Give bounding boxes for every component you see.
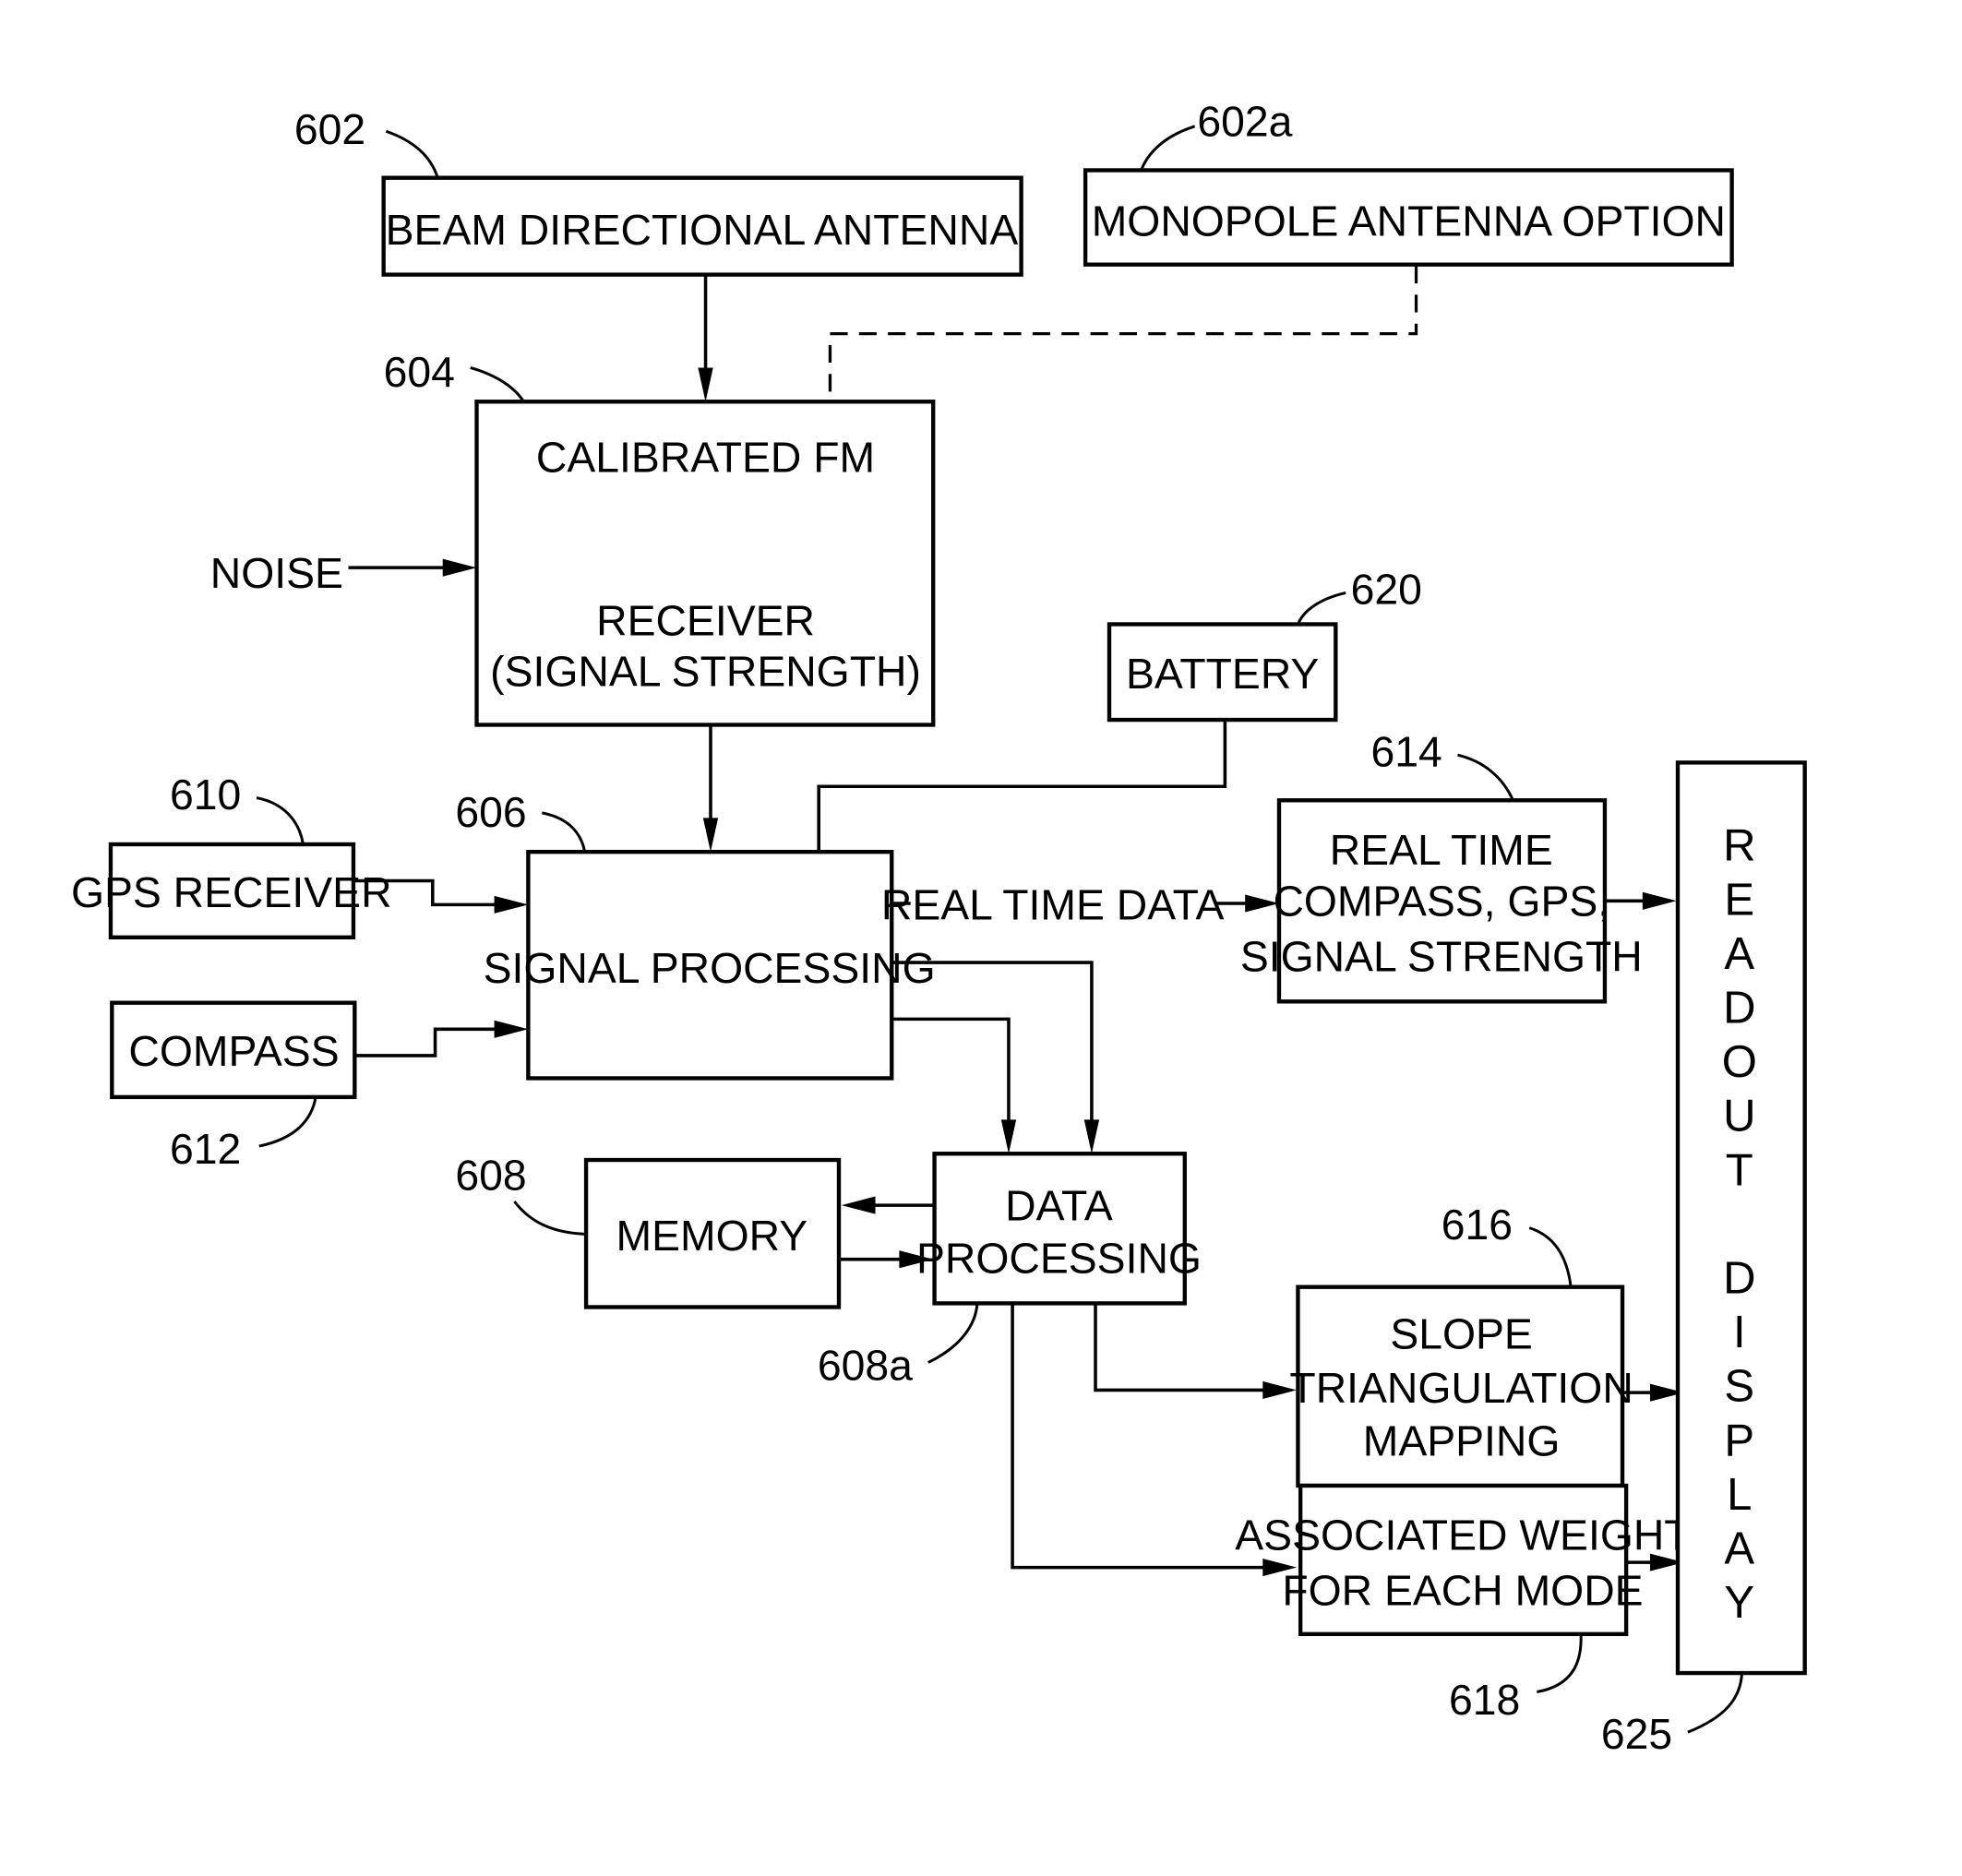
signal-processing-block: SIGNAL PROCESSING bbox=[484, 849, 936, 1081]
arrowhead bbox=[698, 367, 713, 402]
beam-antenna-label: BEAM DIRECTIONAL ANTENNA bbox=[386, 206, 1019, 254]
beam-directional-antenna-block: BEAM DIRECTIONAL ANTENNA bbox=[381, 175, 1023, 277]
slope-line1: SLOPE bbox=[1390, 1309, 1533, 1357]
compass-label: COMPASS bbox=[128, 1027, 339, 1075]
real-time-line2: COMPASS, GPS, bbox=[1273, 878, 1609, 926]
arrowhead bbox=[494, 895, 529, 914]
fm-receiver-line1: CALIBRATED FM bbox=[536, 434, 875, 482]
leader-610 bbox=[256, 796, 305, 845]
leader-602 bbox=[385, 129, 439, 179]
memory-label: MEMORY bbox=[616, 1212, 808, 1260]
readout-letter: L bbox=[1727, 1470, 1752, 1520]
calibrated-fm-receiver-block: CALIBRATED FM RECEIVER (SIGNAL STRENGTH) bbox=[474, 400, 936, 727]
connector-battery-to-sp bbox=[817, 720, 1227, 851]
readout-letter: O bbox=[1722, 1037, 1757, 1087]
readout-letter: R bbox=[1723, 821, 1755, 871]
ref-604: 604 bbox=[384, 348, 455, 396]
readout-letter: E bbox=[1724, 875, 1754, 925]
leader-612 bbox=[258, 1096, 317, 1148]
leader-618 bbox=[1537, 1633, 1583, 1693]
block-diagram: BEAM DIRECTIONAL ANTENNA 602 MONOPOLE AN… bbox=[71, 98, 1807, 1758]
leader-608 bbox=[513, 1201, 587, 1236]
gps-receiver-block: GPS RECEIVER bbox=[71, 842, 392, 939]
fm-receiver-line2: RECEIVER bbox=[596, 597, 815, 645]
readout-letter: D bbox=[1723, 983, 1755, 1033]
battery-block: BATTERY bbox=[1107, 622, 1338, 723]
noise-label: NOISE bbox=[210, 549, 343, 597]
real-time-line3: SIGNAL STRENGTH bbox=[1240, 933, 1643, 981]
connector-sp-to-dp-b bbox=[891, 1017, 1011, 1133]
real-time-data-label: REAL TIME DATA bbox=[881, 881, 1225, 929]
real-time-line1: REAL TIME bbox=[1330, 826, 1553, 874]
readout-letter: Y bbox=[1724, 1578, 1754, 1628]
readout-letter: I bbox=[1733, 1308, 1746, 1357]
arrowhead bbox=[841, 1196, 876, 1214]
arrowhead bbox=[1000, 1119, 1017, 1154]
arrowhead bbox=[442, 558, 477, 577]
readout-letter: D bbox=[1723, 1253, 1755, 1303]
ref-606: 606 bbox=[455, 788, 526, 836]
memory-block: MEMORY bbox=[583, 1157, 842, 1309]
connector-dp-to-slope bbox=[1094, 1303, 1275, 1392]
ref-610: 610 bbox=[170, 771, 241, 819]
readout-letter: S bbox=[1724, 1362, 1754, 1412]
weight-line1: ASSOCIATED WEIGHT bbox=[1235, 1512, 1690, 1559]
ref-616: 616 bbox=[1442, 1201, 1513, 1249]
data-processing-line1: DATA bbox=[1005, 1181, 1113, 1229]
readout-letter: A bbox=[1724, 929, 1754, 979]
data-processing-line2: PROCESSING bbox=[916, 1235, 1202, 1283]
real-time-readout-block: REAL TIME COMPASS, GPS, SIGNAL STRENGTH bbox=[1240, 798, 1643, 1004]
slope-line3: MAPPING bbox=[1363, 1416, 1561, 1464]
slope-triangulation-block: SLOPE TRIANGULATION MAPPING bbox=[1289, 1285, 1633, 1488]
arrowhead bbox=[1642, 891, 1677, 910]
readout-letter: T bbox=[1726, 1145, 1753, 1195]
gps-receiver-label: GPS RECEIVER bbox=[71, 868, 392, 916]
ref-618: 618 bbox=[1449, 1676, 1520, 1724]
slope-line2: TRIANGULATION bbox=[1289, 1364, 1633, 1412]
readout-letter: P bbox=[1724, 1416, 1754, 1465]
signal-processing-label: SIGNAL PROCESSING bbox=[484, 944, 936, 992]
ref-602a: 602a bbox=[1197, 98, 1292, 146]
weight-line2: FOR EACH MODE bbox=[1282, 1566, 1643, 1614]
readout-letter: U bbox=[1723, 1092, 1755, 1141]
readout-display-block: READOUTDISPLAY bbox=[1675, 760, 1807, 1676]
fm-receiver-line3: (SIGNAL STRENGTH) bbox=[490, 647, 921, 695]
leader-606 bbox=[542, 811, 587, 853]
arrowhead bbox=[494, 1020, 529, 1038]
leader-616 bbox=[1528, 1226, 1573, 1287]
ref-625: 625 bbox=[1601, 1710, 1672, 1758]
arrowhead bbox=[702, 818, 719, 853]
leader-625 bbox=[1687, 1672, 1744, 1734]
leader-602a bbox=[1139, 125, 1196, 173]
battery-label: BATTERY bbox=[1126, 650, 1319, 698]
arrowhead bbox=[1083, 1119, 1100, 1154]
compass-block: COMPASS bbox=[110, 1000, 357, 1100]
connector-monopole-dashed bbox=[828, 266, 1418, 402]
leader-604 bbox=[470, 366, 526, 404]
readout-letter: A bbox=[1724, 1524, 1754, 1574]
ref-602: 602 bbox=[294, 105, 365, 153]
ref-608a: 608a bbox=[818, 1342, 913, 1390]
leader-614 bbox=[1457, 753, 1514, 801]
connector-compass-to-sp bbox=[354, 1027, 506, 1057]
ref-612: 612 bbox=[170, 1125, 241, 1173]
ref-614: 614 bbox=[1370, 727, 1442, 775]
associated-weight-block: ASSOCIATED WEIGHT FOR EACH MODE bbox=[1235, 1483, 1691, 1637]
data-processing-block: DATA PROCESSING bbox=[916, 1152, 1202, 1306]
monopole-antenna-block: MONOPOLE ANTENNA OPTION bbox=[1083, 168, 1734, 267]
leader-608a bbox=[927, 1303, 979, 1364]
ref-620: 620 bbox=[1351, 566, 1422, 614]
monopole-antenna-label: MONOPOLE ANTENNA OPTION bbox=[1092, 197, 1726, 245]
leader-620 bbox=[1297, 591, 1346, 626]
ref-608: 608 bbox=[455, 1152, 526, 1200]
